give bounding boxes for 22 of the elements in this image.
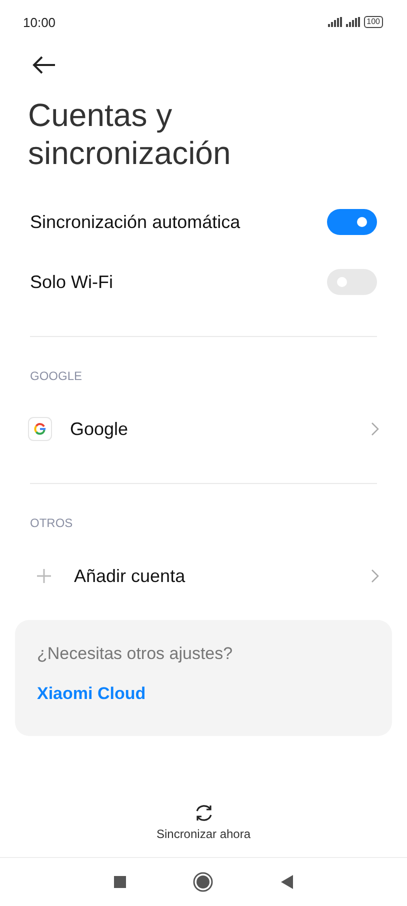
chevron-right-icon	[371, 422, 379, 436]
google-logo-icon	[28, 417, 52, 441]
account-row[interactable]: Añadir cuenta	[0, 544, 407, 608]
plus-icon	[36, 568, 52, 584]
section-header: OTROS	[29, 515, 74, 532]
sync-now-button[interactable]: Sincronizar ahora	[156, 802, 251, 841]
page-title: Cuentas y sincronización	[28, 96, 232, 172]
home-icon[interactable]	[193, 872, 214, 892]
back-icon[interactable]	[281, 875, 294, 889]
recent-apps-icon[interactable]	[114, 876, 126, 888]
section-header: GOOGLE	[29, 368, 84, 385]
back-arrow-icon[interactable]	[32, 56, 56, 74]
toggle-switch[interactable]	[327, 209, 377, 235]
account-row[interactable]: Google	[0, 397, 407, 461]
signal-icon	[328, 17, 342, 27]
battery-indicator: 100	[364, 16, 383, 28]
chevron-right-icon	[371, 569, 379, 583]
card-question: ¿Necesitas otros ajustes?	[37, 644, 234, 664]
toggle-label: Sincronización automática	[30, 212, 240, 232]
status-time: 10:00	[23, 14, 56, 30]
toggle-label: Solo Wi-Fi	[30, 272, 114, 292]
signal-icon	[346, 17, 360, 27]
